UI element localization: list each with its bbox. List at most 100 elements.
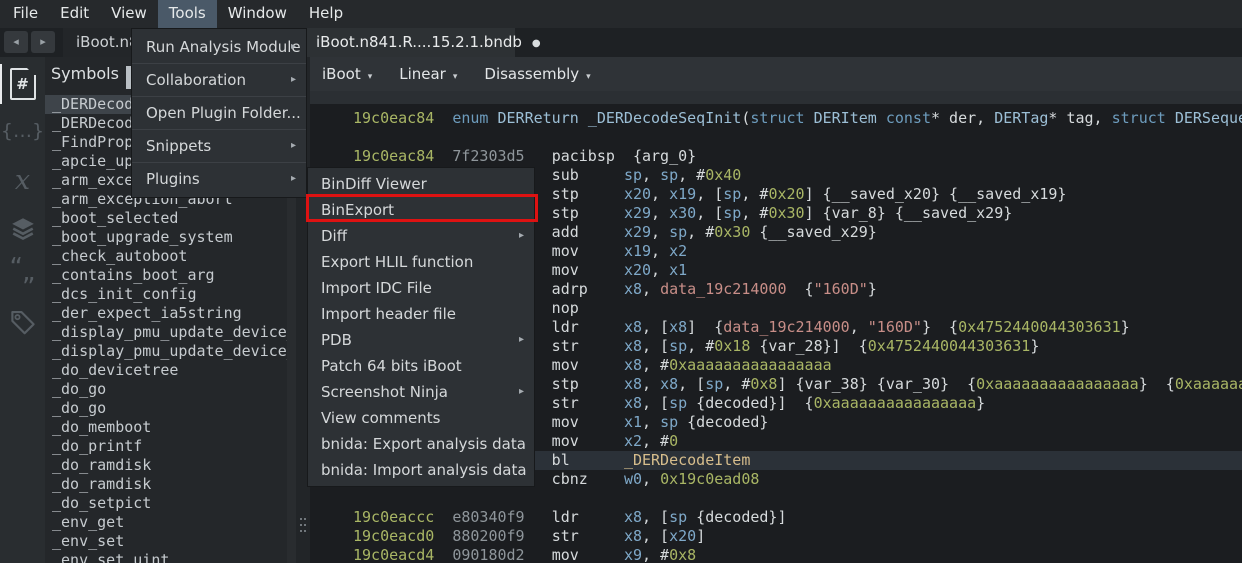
code-token — [525, 546, 552, 563]
code-token: 0xaaaaaaaaaaaaaaaa — [814, 394, 977, 412]
symbol-list-item[interactable]: _display_pmu_update_device_ — [45, 342, 287, 361]
code-token: 19c0eaccc — [353, 508, 434, 526]
submenu-item-bnida-import-analysis-data[interactable]: bnida: Import analysis data — [308, 457, 534, 483]
code-token: x8 — [624, 318, 642, 336]
code-token: DERItem — [814, 109, 877, 127]
code-line[interactable] — [353, 489, 1242, 508]
code-token — [434, 527, 452, 545]
submenu-item-patch-64-bits-iboot[interactable]: Patch 64 bits iBoot — [308, 353, 534, 379]
code-line[interactable]: 19c0eac84 7f2303d5 pacibsp {arg_0} — [353, 147, 1242, 166]
symbol-list-item[interactable]: _display_pmu_update_device_ — [45, 323, 287, 342]
symbol-list-item[interactable]: _do_setpict — [45, 494, 287, 513]
menu-item-collaboration[interactable]: Collaboration▸ — [132, 64, 306, 96]
menu-item-plugins[interactable]: Plugins▸ — [132, 163, 306, 195]
symbol-list-item[interactable]: _der_expect_ia5string — [45, 304, 287, 323]
code-token: , [ — [642, 508, 669, 526]
code-line[interactable]: 19c0eaccc e80340f9 ldr x8, [sp {decoded}… — [353, 508, 1242, 527]
caret-down-icon: ▾ — [453, 72, 458, 82]
code-token: , — [651, 204, 669, 222]
variables-panel-icon[interactable]: x — [0, 159, 45, 201]
code-line[interactable] — [353, 128, 1242, 147]
menu-item-open-plugin-folder[interactable]: Open Plugin Folder... — [132, 97, 306, 129]
modified-dot-icon: ● — [532, 38, 541, 49]
symbol-list-item[interactable]: _do_ramdisk — [45, 475, 287, 494]
symbol-list-item[interactable]: _contains_boot_arg — [45, 266, 287, 285]
code-token: 0x4752440044303631 — [868, 337, 1031, 355]
code-token: {decoded}] — [687, 508, 786, 526]
menubar-item-window[interactable]: Window — [217, 0, 298, 28]
code-token: x20 — [624, 185, 651, 203]
symbol-list-item[interactable]: _dcs_init_config — [45, 285, 287, 304]
submenu-item-screenshot-ninja[interactable]: Screenshot Ninja▸ — [308, 379, 534, 405]
il-level-dropdown[interactable]: Disassembly▾ — [484, 65, 590, 83]
code-token: data_19c214000 — [660, 280, 786, 298]
code-token — [434, 147, 452, 165]
code-token: const — [886, 109, 931, 127]
menubar-item-file[interactable]: File — [2, 0, 49, 28]
symbol-list-item[interactable]: _env_set_uint — [45, 551, 287, 563]
code-token: DERTag — [994, 109, 1048, 127]
code-token: , — [651, 223, 669, 241]
symbol-list-item[interactable]: _do_go — [45, 380, 287, 399]
submenu-item-pdb[interactable]: PDB▸ — [308, 327, 534, 353]
symbol-list-item[interactable]: _do_memboot — [45, 418, 287, 437]
tab-iboot-bndb[interactable]: iBoot.n841.R....15.2.1.bndb● — [307, 28, 515, 57]
code-token: struct — [750, 109, 804, 127]
menubar-item-edit[interactable]: Edit — [49, 0, 100, 28]
submenu-item-bnida-export-analysis-data[interactable]: bnida: Export analysis data — [308, 431, 534, 457]
symbol-list-item[interactable]: _do_go — [45, 399, 287, 418]
submenu-item-import-header-file[interactable]: Import header file — [308, 301, 534, 327]
code-token: sp — [705, 375, 723, 393]
strings-panel-icon[interactable]: “ ” — [0, 253, 45, 295]
code-line[interactable]: 19c0eacd0 880200f9 str x8, [x20] — [353, 527, 1242, 546]
menu-item-run-analysis-module[interactable]: Run Analysis Module▸ — [132, 31, 306, 63]
code-token — [579, 109, 588, 127]
submenu-item-diff[interactable]: Diff▸ — [308, 223, 534, 249]
code-token: {__saved_x29} — [750, 223, 876, 241]
code-token: ] {var_38} {var_30} { — [777, 375, 976, 393]
tab-forward-button[interactable]: ▸ — [31, 31, 55, 53]
symbols-panel-icon[interactable]: # — [0, 64, 45, 104]
code-token: x9 — [624, 546, 642, 563]
code-token: 0x18 — [714, 337, 750, 355]
symbol-list-item[interactable]: _boot_upgrade_system — [45, 228, 287, 247]
tags-panel-icon[interactable] — [0, 301, 45, 343]
symbol-list-item[interactable]: _check_autoboot — [45, 247, 287, 266]
submenu-arrow-icon: ▸ — [291, 64, 296, 96]
menu-item-snippets[interactable]: Snippets▸ — [132, 130, 306, 162]
tab-back-button[interactable]: ◂ — [4, 31, 28, 53]
code-token: x29 — [624, 223, 651, 241]
code-line[interactable]: 19c0eacd4 090180d2 mov x9, #0x8 — [353, 546, 1242, 563]
code-token — [434, 546, 452, 563]
symbol-list-item[interactable]: _boot_selected — [45, 209, 287, 228]
code-token: x20 — [624, 261, 651, 279]
view-mode-dropdown[interactable]: Linear▾ — [399, 65, 457, 83]
stack-panel-icon[interactable] — [0, 209, 45, 247]
code-line[interactable]: 19c0eac84 enum DERReturn _DERDecodeSeqIn… — [353, 109, 1242, 128]
caret-down-icon: ▾ — [586, 72, 591, 82]
binary-selector-dropdown[interactable]: iBoot▾ — [322, 65, 372, 83]
symbol-list-item[interactable]: _do_printf — [45, 437, 287, 456]
code-token: ] — [696, 527, 705, 545]
submenu-item-import-idc-file[interactable]: Import IDC File — [308, 275, 534, 301]
code-token: 0x20 — [768, 185, 804, 203]
toolbar-lower-band — [310, 91, 1242, 104]
code-token: mov — [552, 546, 624, 563]
menubar-item-tools[interactable]: Tools — [158, 0, 217, 28]
submenu-item-export-hlil-function[interactable]: Export HLIL function — [308, 249, 534, 275]
types-panel-icon[interactable]: {…} — [0, 113, 45, 149]
code-token: sp — [660, 413, 678, 431]
symbol-list-item[interactable]: _do_devicetree — [45, 361, 287, 380]
symbol-list-item[interactable]: _env_get — [45, 513, 287, 532]
code-token: 090180d2 — [452, 546, 524, 563]
code-token: , # — [723, 375, 750, 393]
submenu-item-view-comments[interactable]: View comments — [308, 405, 534, 431]
symbols-panel-title: Symbols — [51, 64, 119, 83]
menubar-item-help[interactable]: Help — [298, 0, 354, 28]
symbol-list-item[interactable]: _env_set — [45, 532, 287, 551]
code-token: x2 — [669, 242, 687, 260]
code-token: , — [642, 470, 660, 488]
symbol-list-item[interactable]: _do_ramdisk — [45, 456, 287, 475]
code-token: str — [552, 527, 624, 545]
menubar-item-view[interactable]: View — [100, 0, 158, 28]
